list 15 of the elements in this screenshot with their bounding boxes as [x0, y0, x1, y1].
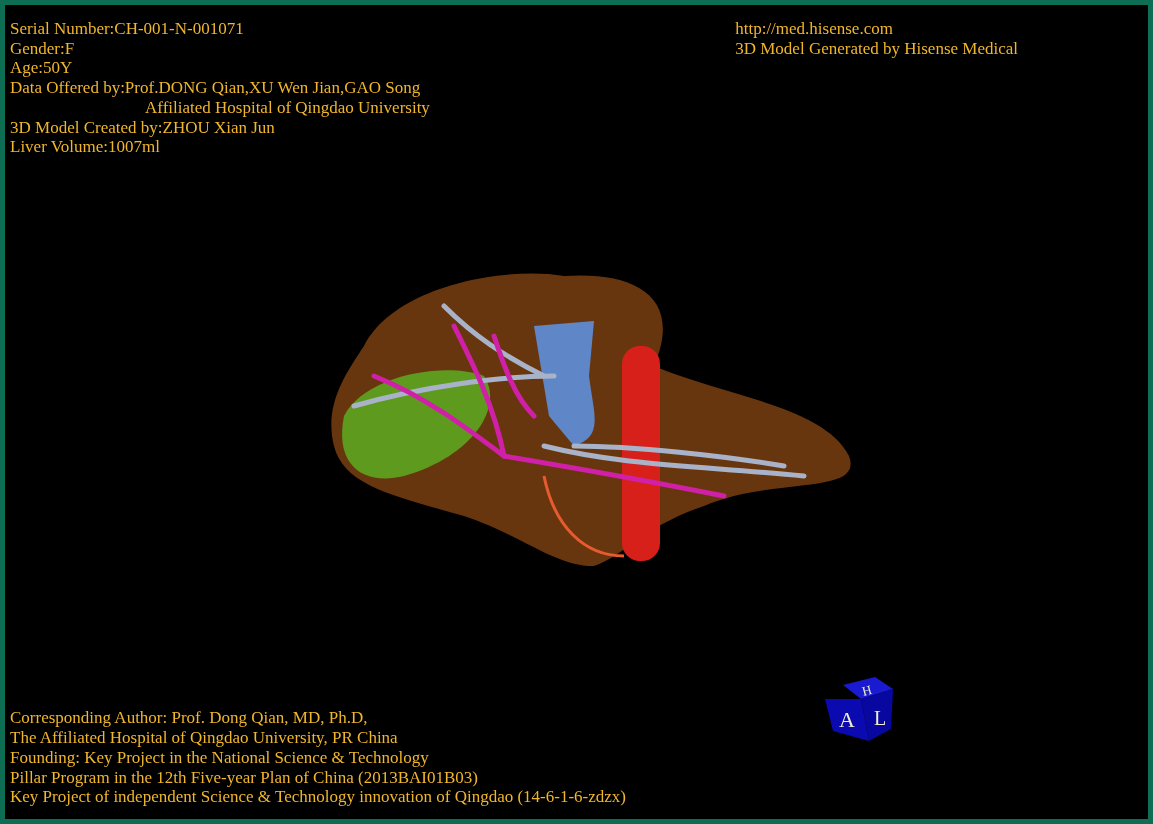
info-text: Affiliated Hospital of Qingdao University	[144, 97, 430, 118]
info-text: Serial Number:CH-001-N-001071	[10, 19, 245, 39]
info-text: Liver Volume:1007ml	[10, 137, 161, 157]
info-text: Corresponding Author: Prof. Dong Qian, MD, Ph.D,	[10, 708, 369, 729]
info-text: Founding: Key Project in the National Science & Technology	[10, 747, 430, 768]
info-text: Pillar Program in the 12th Five-year Plan of China (2013BAI01B03)	[10, 767, 479, 788]
orientation-cube: H A L	[823, 675, 895, 747]
info-text: 3D Model Generated by Hisense Medical	[735, 38, 1018, 59]
info-text: 3D Model Created by:ZHOU Xian Jun	[10, 117, 276, 138]
info-text: The Affiliated Hospital of Qingdao University, PR China	[10, 728, 399, 748]
info-text: Age:50Y	[10, 58, 74, 79]
info-text: http://med.hisense.com	[735, 19, 894, 39]
info-text: Gender:F	[10, 38, 76, 59]
info-text: Key Project of independent Science & Technology innovation of Qingdao (14-6-1-6-zdzx)	[10, 787, 626, 807]
info-text: Data Offered by:Prof.DONG Qian,XU Wen Jian,GAO Song	[10, 78, 422, 98]
